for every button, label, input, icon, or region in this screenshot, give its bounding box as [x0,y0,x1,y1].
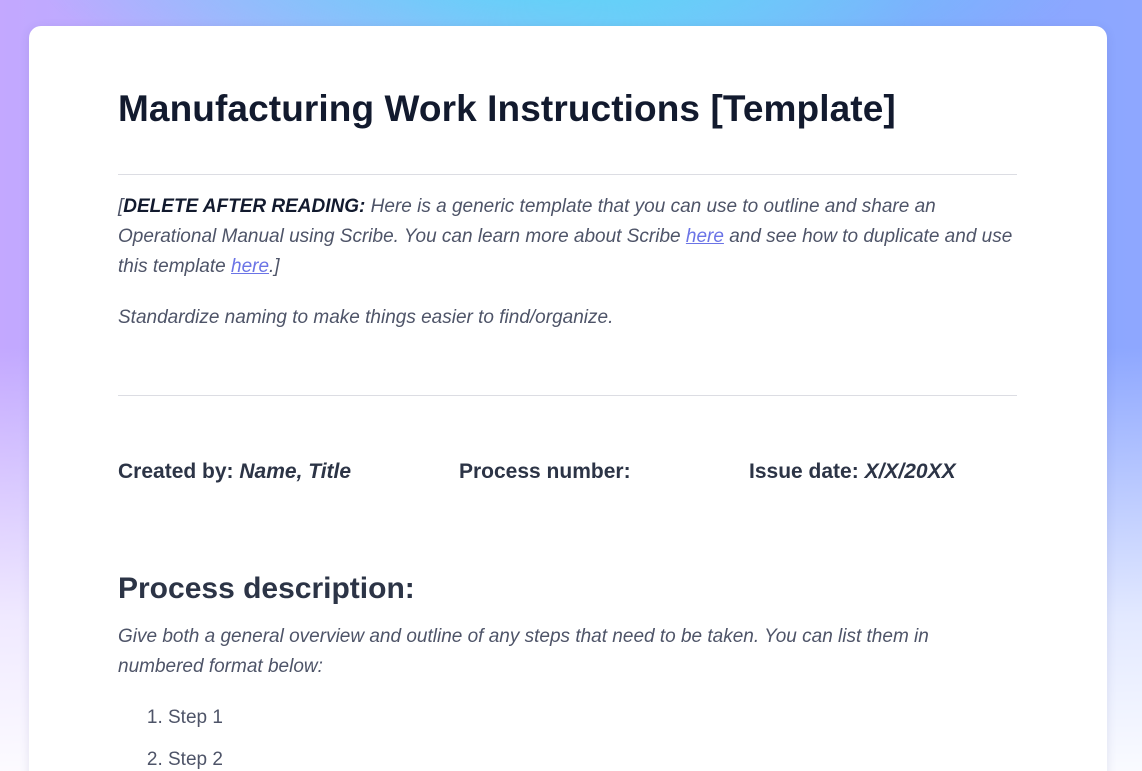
list-item: Step 2 [168,748,223,771]
process-description-heading: Process description: [118,572,415,605]
issue-date-value: X/X/20XX [864,460,956,483]
page-title: Manufacturing Work Instructions [Templat… [118,88,896,129]
process-number-label: Process number: [459,460,631,483]
process-number-field: Process number: [459,460,631,484]
divider [118,395,1017,396]
created-by-value: Name, Title [239,460,352,483]
divider [118,174,1017,175]
steps-list: Step 1 Step 2 [118,706,223,771]
note-bold-label: DELETE AFTER READING: [123,196,366,217]
note-close: .] [269,256,280,277]
list-item: Step 1 [168,706,223,748]
created-by-label: Created by: [118,460,234,483]
issue-date-label: Issue date: [749,460,859,483]
document-card: Manufacturing Work Instructions [Templat… [29,26,1107,771]
delete-after-reading-note: [DELETE AFTER READING: Here is a generic… [118,192,1018,282]
process-description-text: Give both a general overview and outline… [118,626,929,677]
scribe-learn-more-link[interactable]: here [686,226,724,247]
template-duplicate-link[interactable]: here [231,256,269,277]
created-by-field: Created by: Name, Title [118,460,351,484]
naming-hint: Standardize naming to make things easier… [118,307,614,328]
issue-date-field: Issue date: X/X/20XX [749,460,956,484]
